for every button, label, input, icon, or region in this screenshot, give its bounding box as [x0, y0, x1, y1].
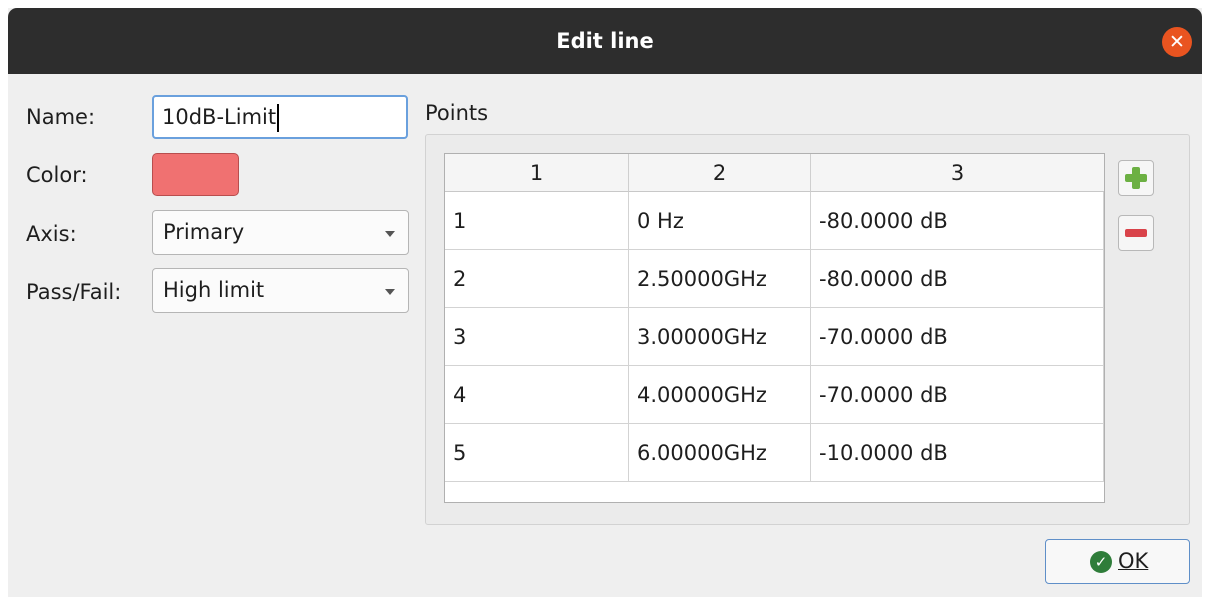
- close-icon: ✕: [1169, 31, 1185, 53]
- check-circle-icon: ✓: [1090, 551, 1112, 573]
- color-label: Color:: [26, 163, 88, 187]
- table-cell[interactable]: 0 Hz: [629, 192, 811, 250]
- points-group-title: Points: [425, 101, 489, 125]
- plus-icon: [1125, 167, 1147, 189]
- passfail-select[interactable]: High limit: [152, 268, 409, 313]
- passfail-label: Pass/Fail:: [26, 280, 122, 304]
- title-bar: Edit line ✕: [8, 8, 1202, 74]
- table-cell[interactable]: -80.0000 dB: [811, 250, 1104, 308]
- table-cell[interactable]: 3.00000GHz: [629, 308, 811, 366]
- window-title: Edit line: [556, 29, 654, 53]
- add-point-button[interactable]: [1118, 160, 1154, 196]
- table-cell[interactable]: 2.50000GHz: [629, 250, 811, 308]
- remove-point-button[interactable]: [1118, 215, 1154, 251]
- column-header-3[interactable]: 3: [811, 154, 1104, 192]
- points-table[interactable]: 1 2 3 1 0 Hz -80.0000 dB 2 2.50000GHz -8…: [444, 153, 1105, 503]
- column-header-2[interactable]: 2: [629, 154, 811, 192]
- edit-line-dialog: Edit line ✕ Name: 10dB-Limit Color: Axis…: [8, 8, 1202, 597]
- name-label: Name:: [26, 105, 96, 129]
- name-input-value: 10dB-Limit: [162, 105, 277, 129]
- axis-select[interactable]: Primary: [152, 210, 409, 255]
- name-input[interactable]: 10dB-Limit: [152, 95, 408, 139]
- table-cell[interactable]: -10.0000 dB: [811, 424, 1104, 482]
- minus-icon: [1125, 229, 1147, 237]
- axis-select-value: Primary: [163, 220, 245, 244]
- table-cell[interactable]: -70.0000 dB: [811, 308, 1104, 366]
- table-cell[interactable]: 4: [445, 366, 629, 424]
- close-button[interactable]: ✕: [1162, 27, 1192, 57]
- table-cell[interactable]: -80.0000 dB: [811, 192, 1104, 250]
- table-cell[interactable]: 6.00000GHz: [629, 424, 811, 482]
- ok-button-label: OK: [1118, 549, 1149, 573]
- table-cell[interactable]: 1: [445, 192, 629, 250]
- passfail-select-value: High limit: [163, 278, 265, 302]
- table-cell[interactable]: 4.00000GHz: [629, 366, 811, 424]
- table-cell[interactable]: 3: [445, 308, 629, 366]
- chevron-down-icon: [385, 231, 395, 237]
- chevron-down-icon: [385, 289, 395, 295]
- table-cell[interactable]: 5: [445, 424, 629, 482]
- color-swatch-button[interactable]: [152, 153, 239, 196]
- text-caret: [277, 104, 280, 132]
- ok-button[interactable]: ✓ OK: [1045, 539, 1190, 584]
- axis-label: Axis:: [26, 222, 77, 246]
- table-cell[interactable]: -70.0000 dB: [811, 366, 1104, 424]
- table-cell[interactable]: 2: [445, 250, 629, 308]
- column-header-1[interactable]: 1: [445, 154, 629, 192]
